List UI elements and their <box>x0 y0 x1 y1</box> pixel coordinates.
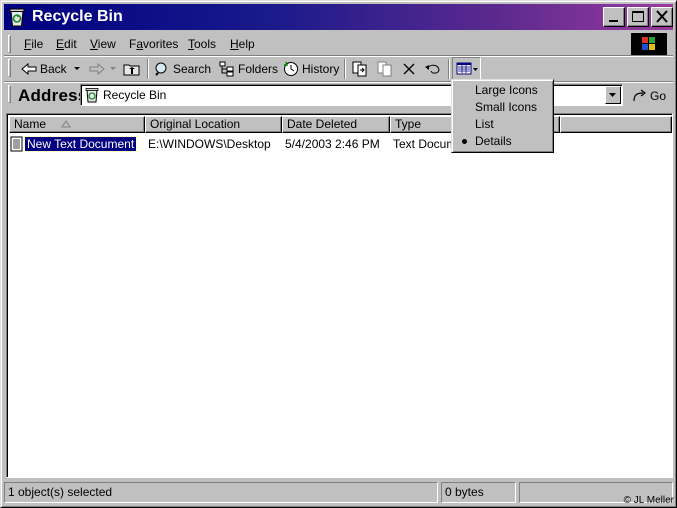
minimize-icon <box>609 20 618 22</box>
windows-logo <box>631 33 667 55</box>
menu-file[interactable]: File <box>22 36 45 52</box>
undo-icon <box>425 64 440 74</box>
sort-ascending-icon <box>61 120 72 128</box>
forward-button[interactable] <box>86 58 121 80</box>
recycle-bin-icon <box>84 87 100 103</box>
copyright-watermark: © JL Meller <box>623 495 674 506</box>
go-arrow-icon <box>633 89 646 102</box>
forward-arrow-icon <box>89 62 105 76</box>
menu-item-list[interactable]: List <box>454 116 551 133</box>
move-to-button[interactable] <box>348 58 372 80</box>
menu-help[interactable]: Help <box>228 36 257 52</box>
folders-button[interactable]: Folders <box>216 58 281 80</box>
windows-flag-icon <box>642 37 655 50</box>
window-title: Recycle Bin <box>32 8 123 25</box>
addressbar-grip[interactable] <box>8 85 11 103</box>
close-icon <box>656 10 668 23</box>
file-list-view[interactable]: Name Original Location Date Deleted Type… <box>6 113 673 478</box>
status-selection: 1 object(s) selected <box>4 482 438 503</box>
file-name-cell[interactable]: New Text Document <box>23 136 138 152</box>
status-size: 0 bytes <box>441 482 516 503</box>
text-document-icon <box>10 136 24 152</box>
menu-view[interactable]: View <box>88 36 118 52</box>
menubar-grip[interactable] <box>8 35 11 53</box>
maximize-button[interactable] <box>627 7 649 27</box>
history-icon <box>284 61 298 76</box>
views-button[interactable] <box>452 57 481 80</box>
maximize-icon <box>632 11 644 22</box>
back-arrow-icon <box>21 62 37 76</box>
recycle-bin-window: Recycle Bin File Edit View Favorites Too… <box>0 0 677 508</box>
radio-bullet-icon <box>462 139 467 144</box>
title-bar[interactable]: Recycle Bin <box>4 4 673 30</box>
column-header-name[interactable]: Name <box>9 116 145 133</box>
up-button[interactable] <box>120 58 144 80</box>
views-dropdown-menu: Large Icons Small Icons List Details <box>451 79 554 153</box>
history-button[interactable]: History <box>280 58 342 80</box>
date-deleted-cell: 5/4/2003 2:46 PM <box>285 137 380 151</box>
menu-item-details[interactable]: Details <box>454 133 551 150</box>
copy-to-button[interactable] <box>373 58 397 80</box>
toolbar-separator <box>147 59 149 79</box>
search-icon <box>155 62 167 76</box>
back-button[interactable]: Back <box>18 58 85 80</box>
menu-edit[interactable]: Edit <box>54 36 79 52</box>
folders-icon <box>219 61 234 77</box>
recycle-bin-icon <box>7 7 27 27</box>
close-button[interactable] <box>651 7 673 27</box>
chevron-down-icon <box>609 93 616 97</box>
standard-toolbar: Back Search Folders History <box>6 57 673 81</box>
views-icon <box>456 62 478 75</box>
undo-button[interactable] <box>421 58 445 80</box>
go-button[interactable]: Go <box>631 85 666 107</box>
address-bar: Address Recycle Bin Go <box>6 83 673 109</box>
toolbar-grip[interactable] <box>8 59 11 77</box>
search-button[interactable]: Search <box>151 58 214 80</box>
minimize-button[interactable] <box>603 7 625 27</box>
menu-tools[interactable]: Tools <box>186 36 218 52</box>
column-header-date-deleted[interactable]: Date Deleted <box>282 116 390 133</box>
table-row[interactable]: New Text Document E:\WINDOWS\Desktop 5/4… <box>9 135 669 153</box>
menu-bar: File Edit View Favorites Tools Help <box>6 33 673 55</box>
delete-icon <box>403 63 415 75</box>
up-folder-icon <box>123 64 140 76</box>
original-location-cell: E:\WINDOWS\Desktop <box>148 137 271 151</box>
address-dropdown-button[interactable] <box>605 86 621 104</box>
chevron-down-icon <box>110 67 116 70</box>
toolbar-separator <box>448 59 450 79</box>
column-header-extra[interactable] <box>560 116 672 133</box>
chevron-down-icon <box>73 67 80 70</box>
menu-item-large-icons[interactable]: Large Icons <box>454 82 551 99</box>
delete-button[interactable] <box>398 58 420 80</box>
menu-item-small-icons[interactable]: Small Icons <box>454 99 551 116</box>
toolbar-separator <box>344 59 346 79</box>
address-label: Address <box>18 86 88 105</box>
column-header-original-location[interactable]: Original Location <box>145 116 282 133</box>
move-to-icon <box>352 61 367 77</box>
menu-favorites[interactable]: Favorites <box>127 36 180 52</box>
address-value: Recycle Bin <box>103 88 167 102</box>
copy-to-icon <box>377 61 392 77</box>
status-bar: 1 object(s) selected 0 bytes <box>4 481 673 503</box>
